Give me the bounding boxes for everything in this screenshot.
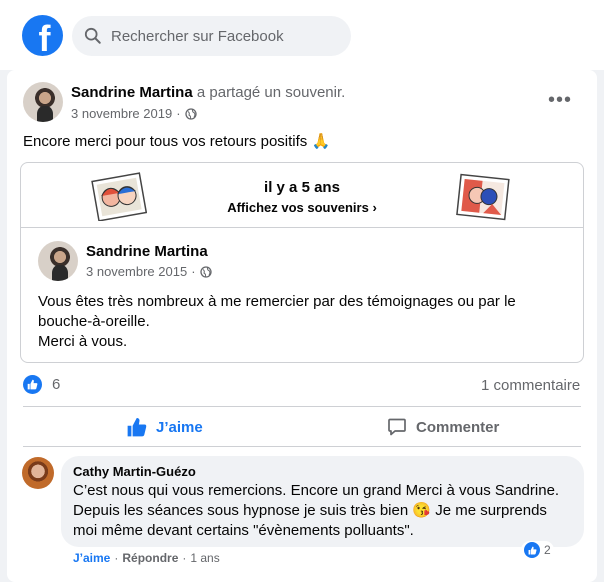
- post-action: a partagé un souvenir.: [192, 84, 346, 101]
- search-input[interactable]: [111, 27, 331, 45]
- top-bar: f: [0, 0, 604, 70]
- memory-author-avatar[interactable]: [38, 241, 78, 281]
- meta-separator: ·: [176, 106, 181, 121]
- comment-reaction-count: 2: [544, 543, 551, 557]
- comment-count-link[interactable]: 1 commentaire: [481, 377, 580, 394]
- comment-bubble: Cathy Martin-Guézo C’est nous qui vous r…: [61, 456, 584, 547]
- post-text: Encore merci pour tous vos retours posit…: [23, 133, 331, 150]
- kiss-illustration-icon: [456, 173, 510, 221]
- thumbs-up-icon: [127, 418, 147, 437]
- post-header: Sandrine Martina a partagé un souvenir.: [71, 84, 345, 101]
- like-reaction-icon: [524, 542, 540, 558]
- post-date[interactable]: 3 novembre 2019: [71, 106, 172, 121]
- comment-time[interactable]: 1 ans: [190, 551, 219, 565]
- search-icon: [84, 27, 101, 44]
- comment-actions: J’aime · Répondre · 1 ans: [73, 551, 220, 565]
- globe-icon: [199, 265, 212, 278]
- commenter-avatar[interactable]: [22, 457, 54, 489]
- globe-icon: [184, 107, 197, 120]
- comment-icon: [388, 418, 406, 436]
- reaction-summary[interactable]: 6: [23, 375, 60, 394]
- post-meta: 3 novembre 2019 ·: [71, 106, 197, 121]
- memory-card[interactable]: il y a 5 ans Affichez vos souvenirs › Sa…: [20, 162, 584, 363]
- memory-meta-separator: ·: [191, 264, 196, 279]
- memory-text-line: Vous êtes très nombreux à me remercier p…: [38, 293, 516, 330]
- comment-text: C’est nous qui vous remercions. Encore u…: [73, 482, 560, 539]
- chevron-right-icon: ›: [372, 200, 377, 215]
- comment-actions-separator: ·: [182, 551, 187, 565]
- divider: [23, 446, 581, 447]
- like-button-label: J’aime: [156, 418, 203, 436]
- memory-author-name[interactable]: Sandrine Martina: [86, 243, 208, 260]
- memory-text: Vous êtes très nombreux à me remercier p…: [38, 292, 568, 352]
- facebook-logo[interactable]: f: [22, 15, 63, 56]
- memory-meta: 3 novembre 2015 ·: [86, 264, 212, 279]
- comment-actions-separator: ·: [114, 551, 119, 565]
- search-box[interactable]: [72, 16, 351, 56]
- author-name[interactable]: Sandrine Martina: [71, 84, 193, 101]
- commenter-name[interactable]: Cathy Martin-Guézo: [73, 464, 196, 479]
- like-button[interactable]: J’aime: [127, 410, 203, 444]
- comment-like-link[interactable]: J’aime: [73, 551, 110, 565]
- like-reaction-icon: [23, 375, 42, 394]
- comment-reply-link[interactable]: Répondre: [122, 551, 178, 565]
- comment-reactions[interactable]: 2: [521, 541, 554, 559]
- memory-date[interactable]: 3 novembre 2015: [86, 264, 187, 279]
- more-options-button[interactable]: •••: [548, 90, 572, 110]
- post-card: Sandrine Martina a partagé un souvenir. …: [7, 70, 597, 582]
- memory-text-line: Merci à vous.: [38, 333, 128, 350]
- comment-button-label: Commenter: [416, 418, 500, 436]
- divider: [23, 406, 581, 407]
- memory-banner[interactable]: il y a 5 ans Affichez vos souvenirs ›: [21, 163, 583, 228]
- comment-button[interactable]: Commenter: [387, 410, 499, 444]
- reaction-count: 6: [52, 376, 61, 393]
- author-avatar[interactable]: [23, 82, 63, 122]
